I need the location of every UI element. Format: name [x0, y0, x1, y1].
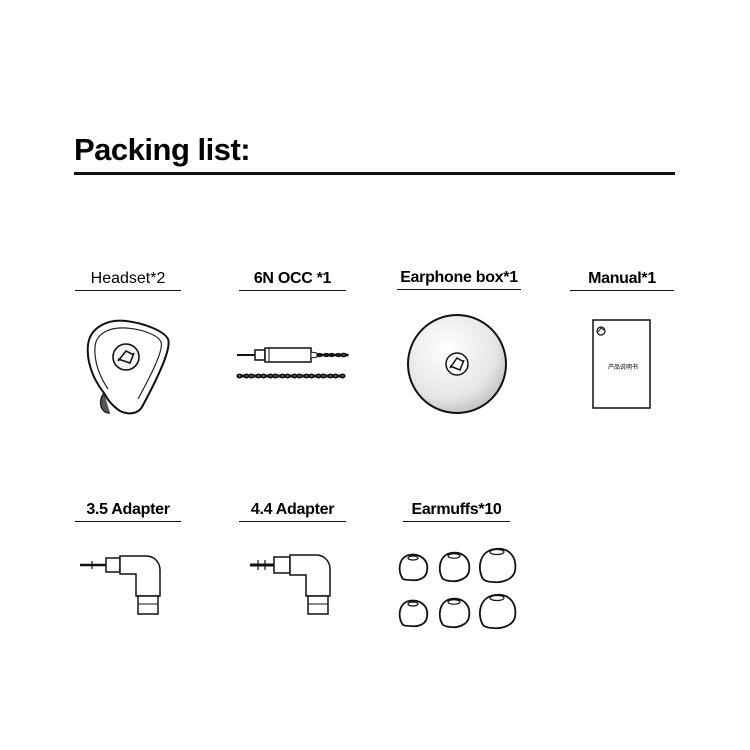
earphone-icon — [86, 319, 170, 415]
earphone-box-icon — [407, 314, 507, 414]
item-label-headset: Headset*2 — [75, 270, 181, 291]
item-label-ear-tips: Earmuffs*10 — [403, 501, 510, 522]
adapter-4-4-icon — [250, 554, 331, 615]
manual-icon: 产品说明书 — [592, 319, 651, 409]
item-label-adapter-4-4: 4.4 Adapter — [239, 501, 346, 522]
item-label-manual: Manual*1 — [570, 270, 674, 291]
manual-cover-text: 产品说明书 — [608, 363, 638, 371]
ear-tips-icon — [398, 547, 517, 630]
adapter-3-5-icon — [80, 555, 161, 615]
cable-icon — [236, 347, 349, 379]
item-label-adapter-3-5: 3.5 Adapter — [75, 501, 181, 522]
item-label-earphone-box: Earphone box*1 — [397, 269, 521, 290]
item-label-cable: 6N OCC *1 — [239, 270, 346, 291]
page-title: Packing list: — [74, 132, 251, 167]
title-divider — [74, 172, 675, 175]
